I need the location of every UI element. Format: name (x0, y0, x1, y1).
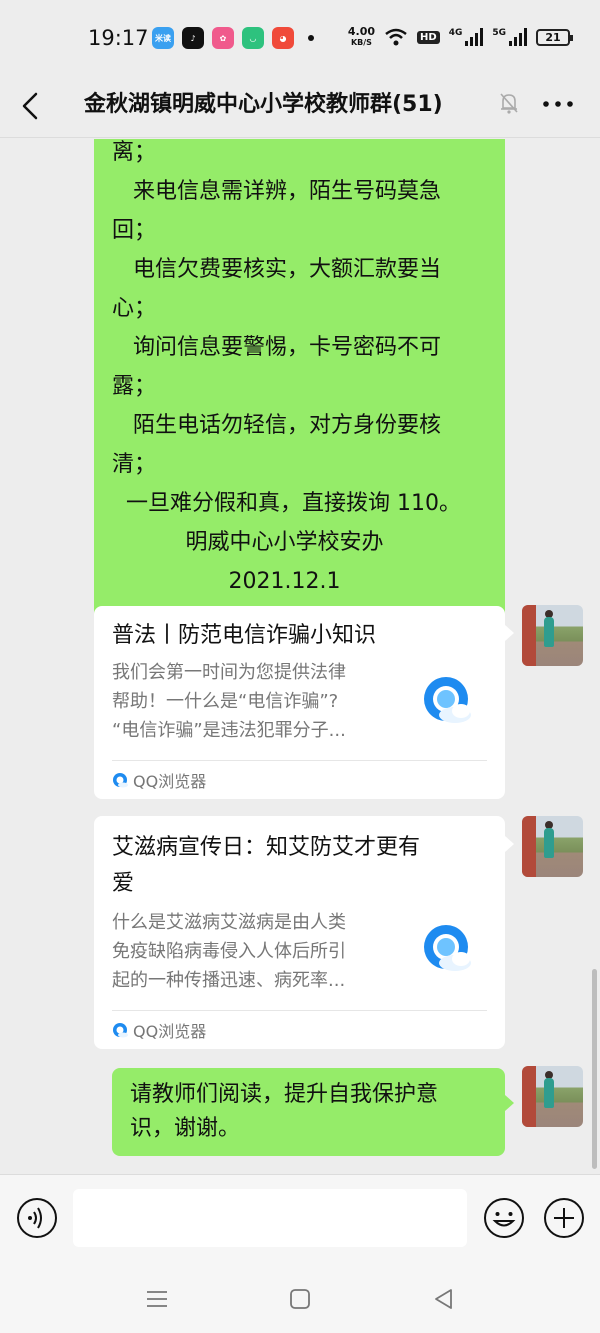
card-source: QQ浏览器 (112, 1018, 206, 1042)
notice-line: 回； (112, 218, 157, 243)
hd-badge: HD (417, 30, 440, 44)
notification-icons: 米读 ♪ ✿ ◡ ◕ (152, 27, 314, 49)
card-divider (112, 760, 487, 761)
menu-nav-icon[interactable] (144, 1286, 170, 1312)
card-source: QQ浏览器 (112, 768, 206, 792)
notice-signature: 明威中心小学校安办 (185, 530, 384, 555)
voice-input-icon[interactable] (16, 1197, 58, 1239)
card-desc-line: “电信诈骗”是违法犯罪分子... (112, 720, 346, 741)
avatar[interactable] (522, 605, 583, 666)
avatar[interactable] (522, 1066, 583, 1127)
link-card-fraud[interactable]: 普法丨防范电信诈骗小知识 我们会第一时间为您提供法律 帮助！一什么是“电信诈骗”… (94, 606, 505, 799)
net-speed-value: 4.00 (347, 25, 376, 38)
more-notifications-dot-icon (308, 35, 314, 41)
status-time: 19:17 (88, 26, 149, 50)
qq-browser-logo-icon (424, 677, 471, 723)
status-bar: 19:17 米读 ♪ ✿ ◡ ◕ 4.00 KB/S HD 4G 5G 21 (0, 0, 600, 76)
card-source-label: QQ浏览器 (133, 1022, 207, 1041)
status-right: 4.00 KB/S HD 4G 5G 21 (348, 26, 573, 48)
qq-browser-logo-icon (424, 925, 471, 971)
flower-app-icon: ✿ (212, 27, 234, 49)
net-type-5g: 5G (492, 28, 506, 38)
net-speed: 4.00 KB/S (348, 26, 375, 48)
card-desc-line: 免疫缺陷病毒侵入人体后所引 (112, 941, 346, 962)
signal-icon (465, 28, 484, 46)
qq-browser-small-icon (113, 773, 128, 788)
chat-message-list[interactable]: 离； 来电信息需详辨，陌生号码莫急 回； 电信欠费要核实，大额汇款要当 心； 询… (0, 139, 600, 1174)
card-source-label: QQ浏览器 (133, 772, 207, 791)
douyin-app-icon: ♪ (182, 27, 204, 49)
message-input[interactable] (73, 1189, 467, 1247)
card-title: 艾滋病宣传日：知艾防艾才更有 爱 (112, 830, 487, 902)
card-title: 普法丨防范电信诈骗小知识 (112, 623, 377, 648)
message-line: 请教师们阅读，提升自我保护意 (130, 1082, 439, 1107)
notice-line: 离； (112, 140, 157, 165)
red-app-icon: ◕ (272, 27, 294, 49)
wifi-icon (385, 28, 407, 46)
card-tail (505, 836, 514, 852)
green-app-icon: ◡ (242, 27, 264, 49)
card-desc-line: 我们会第一时间为您提供法律 (112, 662, 346, 683)
mute-bell-icon (500, 93, 518, 114)
card-desc-line: 起的一种传播迅速、病死率... (112, 970, 346, 991)
notice-line: 陌生电话勿轻信，对方身份要核 (112, 413, 441, 438)
card-divider (112, 1010, 487, 1011)
home-nav-icon[interactable] (287, 1286, 313, 1312)
net-type-4g: 4G (448, 28, 463, 38)
input-bar (0, 1174, 600, 1264)
notice-line: 来电信息需详辨，陌生号码莫急 (112, 179, 441, 204)
net-speed-unit: KB/S (350, 38, 372, 47)
card-description: 什么是艾滋病艾滋病是由人类 免疫缺陷病毒侵入人体后所引 起的一种传播迅速、病死率… (112, 908, 398, 995)
qq-browser-small-icon (113, 1023, 128, 1038)
card-description: 我们会第一时间为您提供法律 帮助！一什么是“电信诈骗”? “电信诈骗”是违法犯罪… (112, 658, 398, 745)
battery-icon: 21 (536, 28, 573, 46)
notice-line: 心； (112, 296, 157, 321)
system-nav-bar (0, 1264, 600, 1333)
notice-line: 一旦难分假和真，直接拨询 110。 (112, 491, 461, 516)
notice-line: 电信欠费要核实，大额汇款要当 (112, 257, 441, 282)
miyou-app-icon: 米读 (152, 27, 174, 49)
more-options-icon[interactable] (540, 94, 576, 114)
link-card-aids[interactable]: 艾滋病宣传日：知艾防艾才更有 爱 什么是艾滋病艾滋病是由人类 免疫缺陷病毒侵入人… (94, 816, 505, 1049)
avatar[interactable] (522, 816, 583, 877)
add-attachment-icon[interactable] (543, 1197, 585, 1239)
text-message-bubble[interactable]: 请教师们阅读，提升自我保护意 识，谢谢。 (112, 1068, 505, 1156)
card-tail (505, 625, 514, 641)
chat-title: 金秋湖镇明威中心小学校教师群(51) (84, 92, 443, 117)
emoji-icon[interactable] (483, 1197, 525, 1239)
back-nav-icon[interactable] (431, 1286, 457, 1312)
back-arrow-icon[interactable] (18, 88, 46, 124)
notice-line: 清； (112, 452, 157, 477)
card-desc-line: 帮助！一什么是“电信诈骗”? (112, 691, 339, 712)
card-title-line: 艾滋病宣传日：知艾防艾才更有 (112, 835, 421, 860)
notice-line: 露； (112, 374, 157, 399)
notice-line: 询问信息要警惕，卡号密码不可 (112, 335, 441, 360)
scrollbar[interactable] (592, 969, 597, 1169)
chat-header: 金秋湖镇明威中心小学校教师群(51) (0, 76, 600, 138)
card-desc-line: 什么是艾滋病艾滋病是由人类 (112, 912, 346, 933)
bubble-tail (505, 1095, 514, 1111)
signal-icon (509, 28, 527, 46)
message-line: 识，谢谢。 (130, 1116, 241, 1141)
card-title-line: 爱 (112, 871, 135, 896)
notice-date: 2021.12.1 (228, 569, 341, 594)
